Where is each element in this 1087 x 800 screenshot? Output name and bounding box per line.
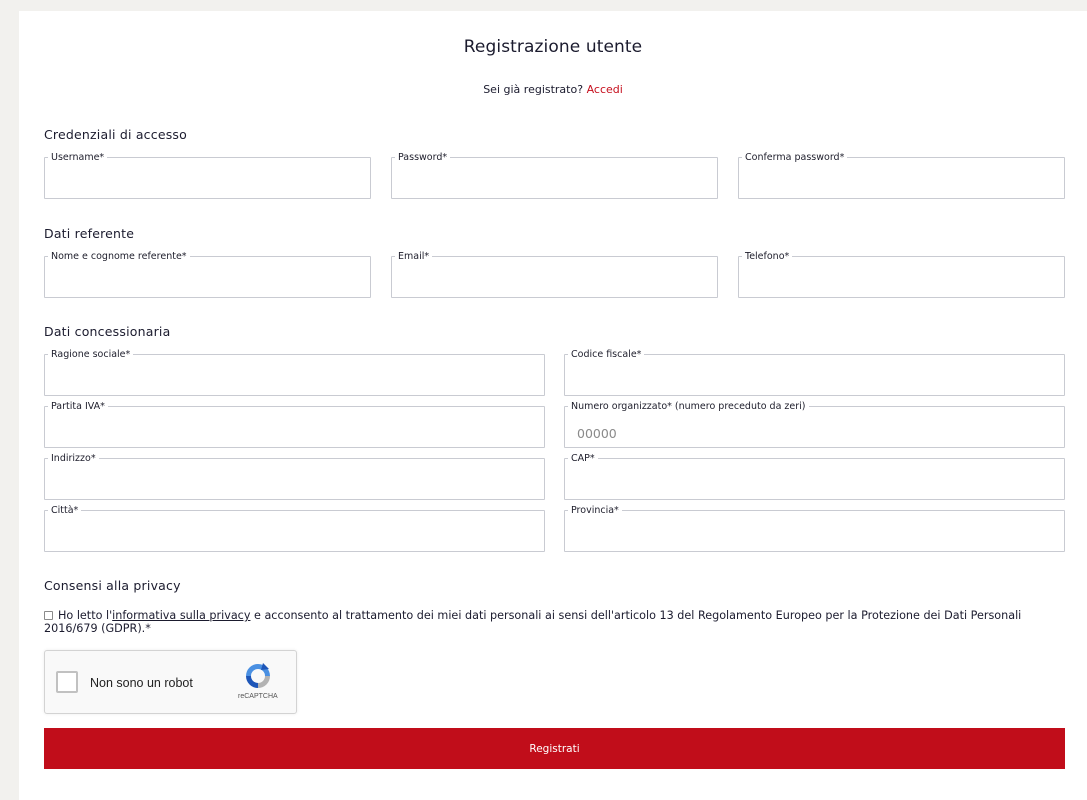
confirm-password-field[interactable]: Conferma password* (738, 152, 1065, 199)
city-field[interactable]: Città* (44, 505, 545, 552)
section-title-referent: Dati referente (44, 226, 135, 241)
section-title-credentials: Credenziali di accesso (44, 127, 187, 142)
address-input[interactable] (45, 459, 544, 499)
recaptcha-widget: Non sono un robot reCAPTCHA (44, 650, 297, 714)
zip-field[interactable]: CAP* (564, 453, 1065, 500)
username-input[interactable] (45, 158, 370, 198)
section-title-privacy: Consensi alla privacy (44, 578, 181, 593)
tax-code-field[interactable]: Codice fiscale* (564, 349, 1065, 396)
recaptcha-logo-icon (246, 663, 270, 688)
zip-input[interactable] (565, 459, 1064, 499)
privacy-policy-link[interactable]: informativa sulla privacy (112, 609, 250, 622)
vat-number-field[interactable]: Partita IVA* (44, 401, 545, 448)
recaptcha-label: Non sono un robot (90, 676, 193, 690)
login-link[interactable]: Accedi (587, 83, 623, 96)
section-title-dealer: Dati concessionaria (44, 324, 171, 339)
login-prompt-line: Sei già registrato? Accedi (19, 83, 1087, 96)
registration-card: Registrazione utente Sei già registrato?… (19, 11, 1087, 800)
email-field[interactable]: Email* (391, 251, 718, 298)
privacy-checkbox[interactable] (44, 611, 53, 620)
full-name-field[interactable]: Nome e cognome referente* (44, 251, 371, 298)
organizer-number-input[interactable] (565, 407, 1064, 447)
province-input[interactable] (565, 511, 1064, 551)
privacy-consent: Ho letto l'informativa sulla privacy e a… (44, 609, 1054, 635)
tax-code-input[interactable] (565, 355, 1064, 395)
recaptcha-brand: reCAPTCHA (238, 693, 278, 700)
full-name-input[interactable] (45, 257, 370, 297)
login-prompt-text: Sei già registrato? (483, 83, 584, 96)
password-field[interactable]: Password* (391, 152, 718, 199)
register-button[interactable]: Registrati (44, 728, 1065, 769)
organizer-number-field[interactable]: Numero organizzato* (numero preceduto da… (564, 401, 1065, 448)
password-input[interactable] (392, 158, 717, 198)
vat-number-input[interactable] (45, 407, 544, 447)
username-field[interactable]: Username* (44, 152, 371, 199)
phone-field[interactable]: Telefono* (738, 251, 1065, 298)
city-input[interactable] (45, 511, 544, 551)
confirm-password-input[interactable] (739, 158, 1064, 198)
company-name-field[interactable]: Ragione sociale* (44, 349, 545, 396)
phone-input[interactable] (739, 257, 1064, 297)
privacy-text-before: Ho letto l' (58, 609, 113, 622)
province-field[interactable]: Provincia* (564, 505, 1065, 552)
address-field[interactable]: Indirizzo* (44, 453, 545, 500)
email-input[interactable] (392, 257, 717, 297)
company-name-input[interactable] (45, 355, 544, 395)
page-title: Registrazione utente (463, 37, 643, 57)
recaptcha-checkbox[interactable] (56, 671, 78, 693)
